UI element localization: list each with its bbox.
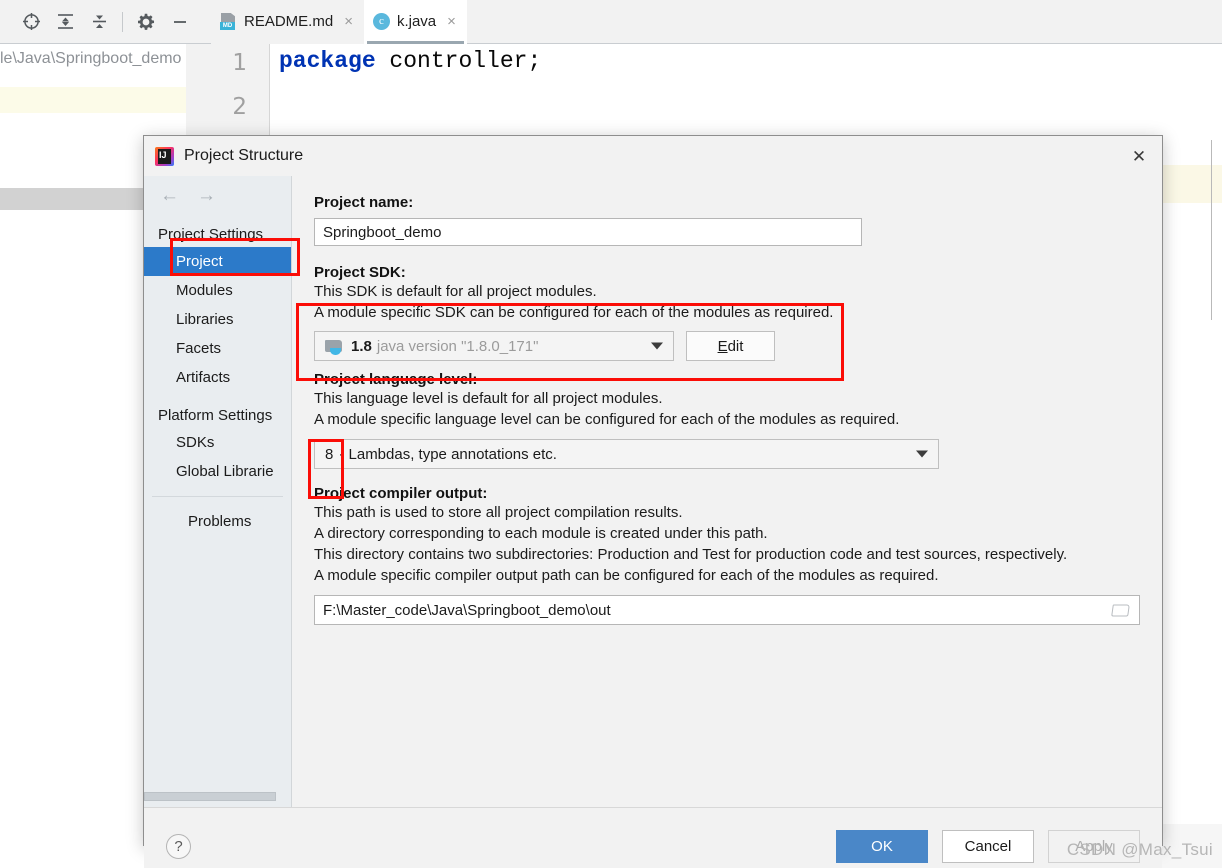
code-line-1: package controller;: [279, 48, 541, 74]
language-level-number: 8: [325, 445, 334, 463]
java-class-icon: c: [372, 13, 390, 30]
sidebar-item-problems[interactable]: Problems: [144, 507, 291, 536]
tab-readme[interactable]: MD README.md ×: [211, 0, 364, 44]
code-keyword: package: [279, 48, 376, 74]
sdk-version-label: 1.8: [351, 337, 372, 355]
dialog-footer: ? OK Cancel Apply: [144, 807, 1162, 868]
sdk-description-line-2: A module specific SDK can be configured …: [314, 304, 834, 321]
sidebar-item-libraries[interactable]: Libraries: [144, 305, 291, 334]
tab-kjava[interactable]: c k.java ×: [363, 0, 467, 44]
hide-icon[interactable]: [163, 6, 197, 38]
browse-folder-icon[interactable]: [1111, 603, 1131, 618]
editor-tabs: MD README.md × c k.java ×: [211, 0, 467, 44]
compiler-output-value: F:\Master_code\Java\Springboot_demo\out: [323, 601, 611, 619]
sdk-folder-icon: [325, 339, 344, 355]
dialog-body: ← → Project Settings Project Modules Lib…: [144, 176, 1162, 807]
line-number: 2: [232, 94, 247, 120]
compiler-desc-line-3: This directory contains two subdirectori…: [314, 546, 1068, 563]
toolbar-icon-group: [0, 6, 197, 38]
sidebar-item-facets[interactable]: Facets: [144, 334, 291, 363]
sidebar-item-modules[interactable]: Modules: [144, 276, 291, 305]
editor-marker-highlight: [1158, 165, 1222, 203]
back-arrow-icon[interactable]: ←: [160, 186, 179, 205]
intellij-idea-icon: IJ: [155, 146, 174, 166]
screenshot-root: 1 2 package controller; le\Java\Springbo…: [0, 0, 1222, 868]
compiler-output-label: Project compiler output:: [314, 485, 488, 502]
project-name-label: Project name:: [314, 194, 414, 211]
chevron-down-icon[interactable]: [651, 342, 663, 350]
sidebar-item-sdks[interactable]: SDKs: [144, 428, 291, 457]
tree-row-highlight: [0, 87, 186, 113]
toolbar-divider: [122, 11, 123, 32]
collapse-all-icon[interactable]: [82, 6, 116, 38]
editor-right-margin-line: [1211, 140, 1212, 320]
forward-arrow-icon[interactable]: →: [197, 186, 216, 205]
compiler-desc-line-1: This path is used to store all project c…: [314, 504, 683, 521]
settings-gear-icon[interactable]: [129, 6, 163, 38]
close-icon[interactable]: ×: [344, 14, 353, 29]
tab-label: README.md: [244, 13, 334, 30]
edit-sdk-button[interactable]: Edit: [686, 331, 775, 361]
dialog-title-bar: IJ Project Structure ✕: [144, 136, 1162, 176]
compiler-desc-line-4: A module specific compiler output path c…: [314, 567, 939, 584]
chevron-down-icon[interactable]: [916, 450, 928, 458]
line-number: 1: [232, 50, 247, 76]
cancel-button[interactable]: Cancel: [942, 830, 1034, 863]
edit-button-mnemonic: E: [717, 337, 728, 355]
close-icon[interactable]: ×: [447, 14, 456, 29]
sidebar-group-platform-settings: Platform Settings: [158, 407, 273, 424]
project-sdk-dropdown[interactable]: 1.8 java version "1.8.0_171": [314, 331, 674, 361]
sidebar-item-artifacts[interactable]: Artifacts: [144, 363, 291, 392]
project-name-input[interactable]: Springboot_demo: [314, 218, 862, 246]
project-structure-dialog: IJ Project Structure ✕ ← → Project Setti…: [143, 135, 1163, 868]
sidebar-scrollbar-thumb[interactable]: [144, 792, 276, 801]
compiler-desc-line-2: A directory corresponding to each module…: [314, 525, 768, 542]
sidebar-item-project[interactable]: Project: [144, 247, 291, 276]
dialog-title: Project Structure: [184, 147, 304, 164]
project-sdk-label: Project SDK:: [314, 264, 406, 281]
sidebar-divider: [152, 496, 283, 497]
sdk-selector-row: 1.8 java version "1.8.0_171" Edit: [314, 331, 1140, 361]
sidebar-item-global-libraries[interactable]: Global Librarie: [144, 457, 291, 486]
compiler-output-input[interactable]: F:\Master_code\Java\Springboot_demo\out: [314, 595, 1140, 625]
ok-button[interactable]: OK: [836, 830, 928, 863]
dialog-sidebar: ← → Project Settings Project Modules Lib…: [144, 176, 292, 807]
language-level-desc-line-1: This language level is default for all p…: [314, 390, 663, 407]
dialog-content: Project name: Springboot_demo Project SD…: [292, 176, 1162, 807]
sdk-description-line-1: This SDK is default for all project modu…: [314, 283, 597, 300]
language-level-desc-line-2: A module specific language level can be …: [314, 411, 900, 428]
close-icon[interactable]: ✕: [1126, 144, 1152, 168]
ide-toolbar: MD README.md × c k.java ×: [0, 0, 1222, 44]
markdown-file-icon: MD: [220, 13, 237, 30]
watermark: CSDN @Max_Tsui: [1066, 840, 1213, 859]
sdk-description-label: java version "1.8.0_171": [376, 337, 539, 355]
locate-icon[interactable]: [14, 6, 48, 38]
language-level-text: - Lambdas, type annotations etc.: [339, 445, 557, 463]
code-text: controller;: [375, 48, 542, 74]
sidebar-nav-arrows: ← →: [144, 176, 291, 205]
project-path-label: le\Java\Springboot_demo: [0, 42, 186, 76]
language-level-dropdown[interactable]: 8 - Lambdas, type annotations etc.: [314, 439, 939, 469]
edit-button-rest: dit: [727, 337, 744, 355]
sidebar-group-project-settings: Project Settings: [158, 226, 264, 243]
tab-label: k.java: [396, 13, 437, 30]
language-level-label: Project language level:: [314, 371, 478, 388]
expand-all-icon[interactable]: [48, 6, 82, 38]
help-button[interactable]: ?: [166, 834, 191, 859]
